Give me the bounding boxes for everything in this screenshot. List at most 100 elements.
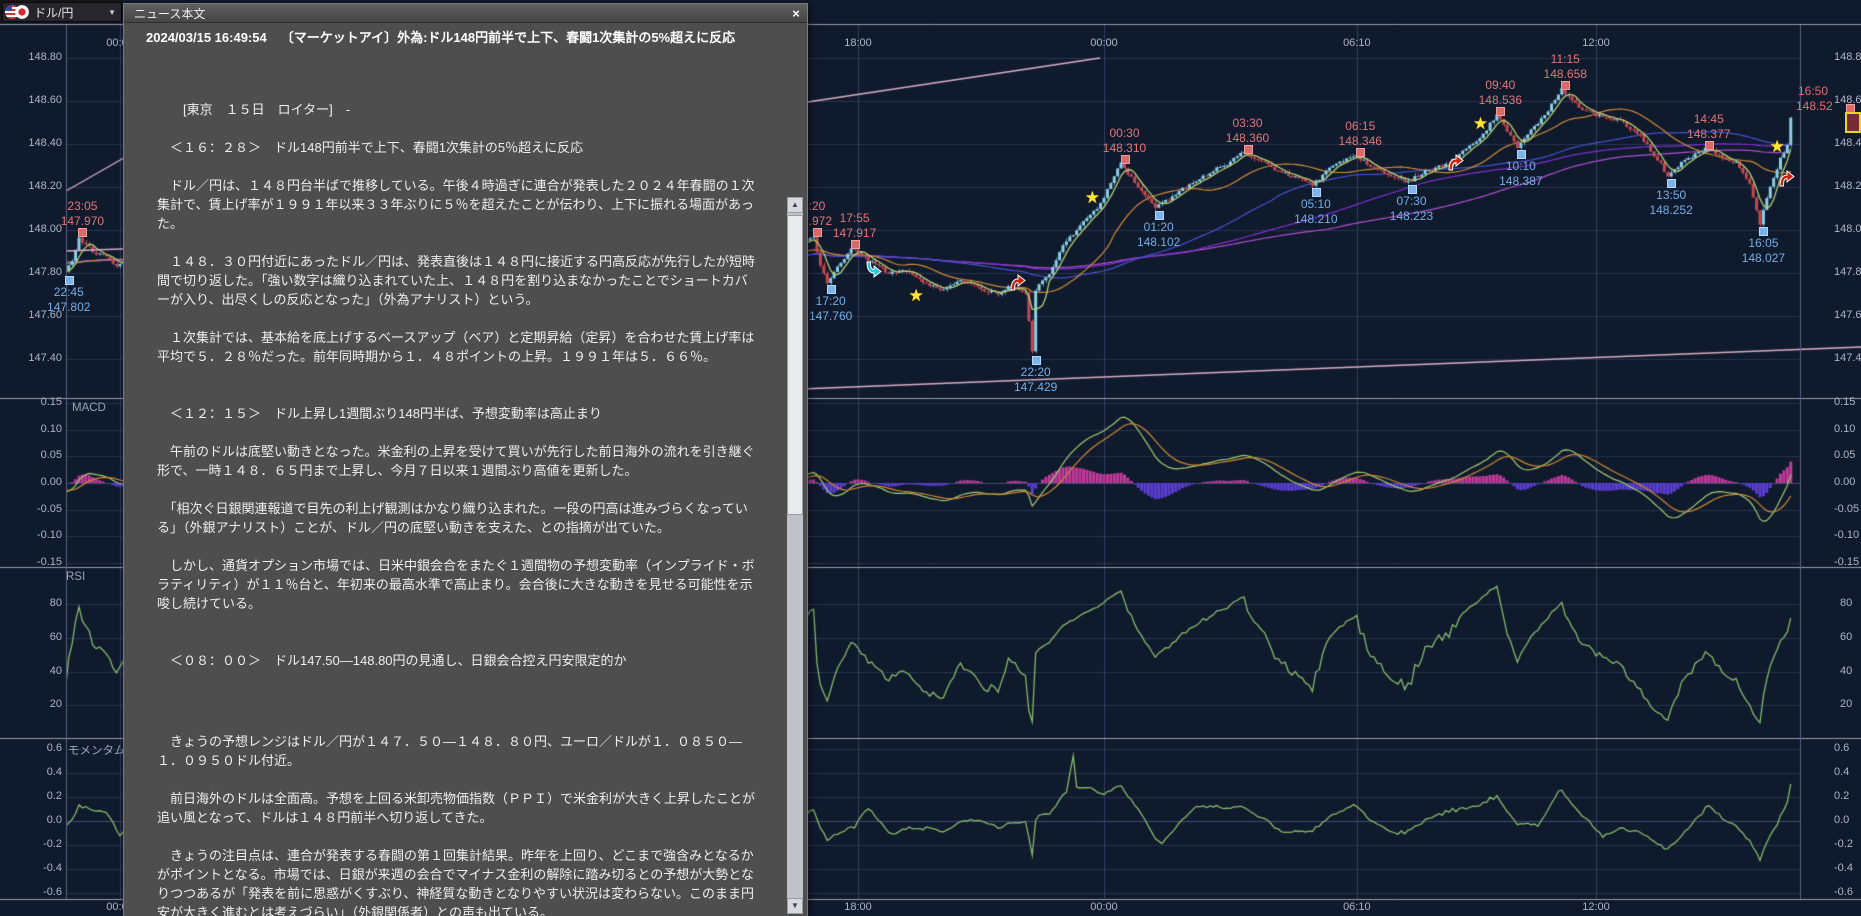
extreme-price-label: 147.917 <box>823 226 887 240</box>
extreme-marker-square <box>1356 148 1365 157</box>
momentum-tick-label: -0.6 <box>0 886 62 898</box>
time-axis-label: 12:00 <box>1576 37 1616 49</box>
star-marker-icon[interactable]: ★ <box>1473 114 1488 134</box>
trading-app-window: 148.80148.80148.60148.60148.40148.40148.… <box>0 0 1861 916</box>
momentum-tick-label: -0.4 <box>0 862 62 874</box>
rsi-tick-label: 40 <box>1840 665 1852 677</box>
news-paragraph: ＜０８：００＞ ドル147.50―148.80円の見通し、日銀会合控え円安限定的… <box>157 651 757 670</box>
news-window: ニュース本文 × 2024/03/15 16:49:54 〔マーケットアイ〕外為:… <box>123 3 808 916</box>
time-axis-label: 12:00 <box>1576 901 1616 913</box>
extreme-time-label: 22:20 <box>1004 365 1068 379</box>
price-tick-label: 148.20 <box>0 180 62 192</box>
macd-tick-label: 0.00 <box>0 476 62 488</box>
macd-tick-label: 0.15 <box>0 396 62 408</box>
close-icon[interactable]: × <box>785 6 807 21</box>
news-headline-text: 〔マーケットアイ〕外為:ドル148円前半で上下、春闘1次集計の5%超えに反応 <box>281 30 735 45</box>
arrow-up-icon[interactable] <box>1777 168 1797 188</box>
news-paragraph: １４８．３０円付近にあったドル／円は、発表直後は１４８円に接近する円高反応が先行… <box>157 252 757 309</box>
extreme-price-label: 148.536 <box>1468 93 1532 107</box>
star-marker-icon[interactable]: ★ <box>1769 137 1784 157</box>
extreme-time-label: 07:30 <box>1380 194 1444 208</box>
star-marker-icon[interactable]: ★ <box>908 286 923 306</box>
extreme-price-label: 148.387 <box>1489 174 1553 188</box>
momentum-panel-label: モメンタム <box>68 742 126 758</box>
extreme-price-label: 147.429 <box>1004 380 1068 394</box>
macd-tick-label: 0.10 <box>1834 423 1855 435</box>
scrollbar-down-icon[interactable]: ▼ <box>787 898 803 914</box>
arrow-down-icon[interactable] <box>864 260 884 280</box>
price-tick-label: 148.80 <box>0 51 62 63</box>
extreme-time-label: 17:55 <box>823 211 887 225</box>
momentum-tick-label: -0.6 <box>1834 886 1853 898</box>
macd-tick-label: 0.05 <box>0 449 62 461</box>
macd-panel-label: MACD <box>72 402 106 414</box>
momentum-tick-label: -0.2 <box>1834 838 1853 850</box>
extreme-time-label: 09:40 <box>1468 78 1532 92</box>
news-scrollbar[interactable]: ▲ ▼ <box>787 197 803 914</box>
price-tick-label: 148.80 <box>1834 51 1861 63</box>
extreme-price-label: 147.760 <box>799 309 863 323</box>
price-tick-label: 148.60 <box>0 94 62 106</box>
symbol-selector-label: ドル/円 <box>34 4 108 21</box>
extreme-price-label: 148.658 <box>1533 67 1597 81</box>
scrollbar-thumb[interactable] <box>787 215 803 515</box>
rsi-tick-label: 80 <box>0 597 62 609</box>
extreme-time-label: 13:50 <box>1639 188 1703 202</box>
extreme-marker-square <box>1517 150 1526 159</box>
extreme-time-label: 16:05 <box>1731 236 1795 250</box>
extreme-marker-square <box>813 228 822 237</box>
time-axis-label: 00:00 <box>1084 37 1124 49</box>
macd-tick-label: -0.10 <box>0 529 62 541</box>
extreme-price-label: 147.802 <box>37 300 101 314</box>
extreme-price-label: 148.252 <box>1639 203 1703 217</box>
extreme-marker-square <box>1705 141 1714 150</box>
star-marker-icon[interactable]: ★ <box>1085 188 1100 208</box>
news-paragraph: １次集計では、基本給を底上げするベースアップ（ベア）と定期昇給（定昇）を合わせた… <box>157 328 757 366</box>
extreme-price-label: 147.970 <box>50 214 114 228</box>
news-window-titlebar[interactable]: ニュース本文 × <box>124 4 807 23</box>
arrow-up-icon[interactable] <box>1008 272 1028 292</box>
symbol-selector[interactable]: ドル/円 ▼ <box>2 2 122 22</box>
extreme-marker-square <box>65 276 74 285</box>
time-axis-label: 06:10 <box>1337 37 1377 49</box>
news-paragraph: 「相次ぐ日銀関連報道で目先の利上げ観測はかなり織り込まれた。一段の円高は進みづら… <box>157 499 757 537</box>
extreme-marker-square <box>1759 227 1768 236</box>
momentum-tick-label: 0.6 <box>1834 742 1849 754</box>
rsi-panel-label: RSI <box>66 571 85 583</box>
macd-tick-label: 0.00 <box>1834 476 1855 488</box>
arrow-up-icon[interactable] <box>1446 152 1466 172</box>
time-axis-label: 00:00 <box>1084 901 1124 913</box>
momentum-tick-label: 0.0 <box>0 814 62 826</box>
extreme-marker-square <box>851 240 860 249</box>
rsi-tick-label: 40 <box>0 665 62 677</box>
news-article-body: [東京 １５日 ロイター] - ＜１６：２８＞ ドル148円前半で上下、春闘1次… <box>157 100 757 916</box>
rsi-tick-label: 60 <box>0 631 62 643</box>
current-time-label: 16:50 <box>1798 84 1828 98</box>
time-axis-label: 06:10 <box>1337 901 1377 913</box>
extreme-marker-square <box>1312 188 1321 197</box>
extreme-marker-square <box>1667 179 1676 188</box>
news-paragraph: ＜１２：１５＞ ドル上昇し1週間ぶり148円半ば、予想変動率は高止まり <box>157 404 757 423</box>
extreme-price-label: 148.223 <box>1380 209 1444 223</box>
news-paragraph: [東京 １５日 ロイター] - <box>157 100 757 119</box>
momentum-tick-label: 0.4 <box>1834 766 1849 778</box>
time-axis-label: 18:00 <box>838 37 878 49</box>
momentum-tick-label: 0.4 <box>0 766 62 778</box>
momentum-tick-label: -0.4 <box>1834 862 1853 874</box>
momentum-tick-label: 0.6 <box>0 742 62 754</box>
rsi-tick-label: 20 <box>0 698 62 710</box>
extreme-marker-square <box>1244 145 1253 154</box>
extreme-price-label: 148.310 <box>1093 141 1157 155</box>
news-window-title: ニュース本文 <box>134 5 785 22</box>
news-headline: 2024/03/15 16:49:54 〔マーケットアイ〕外為:ドル148円前半で… <box>124 29 772 46</box>
news-paragraph: ドル／円は、１４８円台半ばで推移している。午後４時過ぎに連合が発表した２０２４年… <box>157 176 757 233</box>
news-timestamp: 2024/03/15 16:49:54 <box>146 30 267 45</box>
macd-tick-label: -0.15 <box>1834 556 1859 568</box>
chevron-down-icon[interactable]: ▼ <box>108 8 116 17</box>
scrollbar-up-icon[interactable]: ▲ <box>787 197 803 213</box>
extreme-time-label: 10:10 <box>1489 159 1553 173</box>
rsi-tick-label: 20 <box>1840 698 1852 710</box>
news-paragraph: きょうの予想レンジはドル／円が１４７．５０―１４８．８０円、ユーロ／ドルが１．０… <box>157 732 757 770</box>
price-tick-label: 148.20 <box>1834 180 1861 192</box>
price-tick-label: 147.60 <box>1834 309 1861 321</box>
